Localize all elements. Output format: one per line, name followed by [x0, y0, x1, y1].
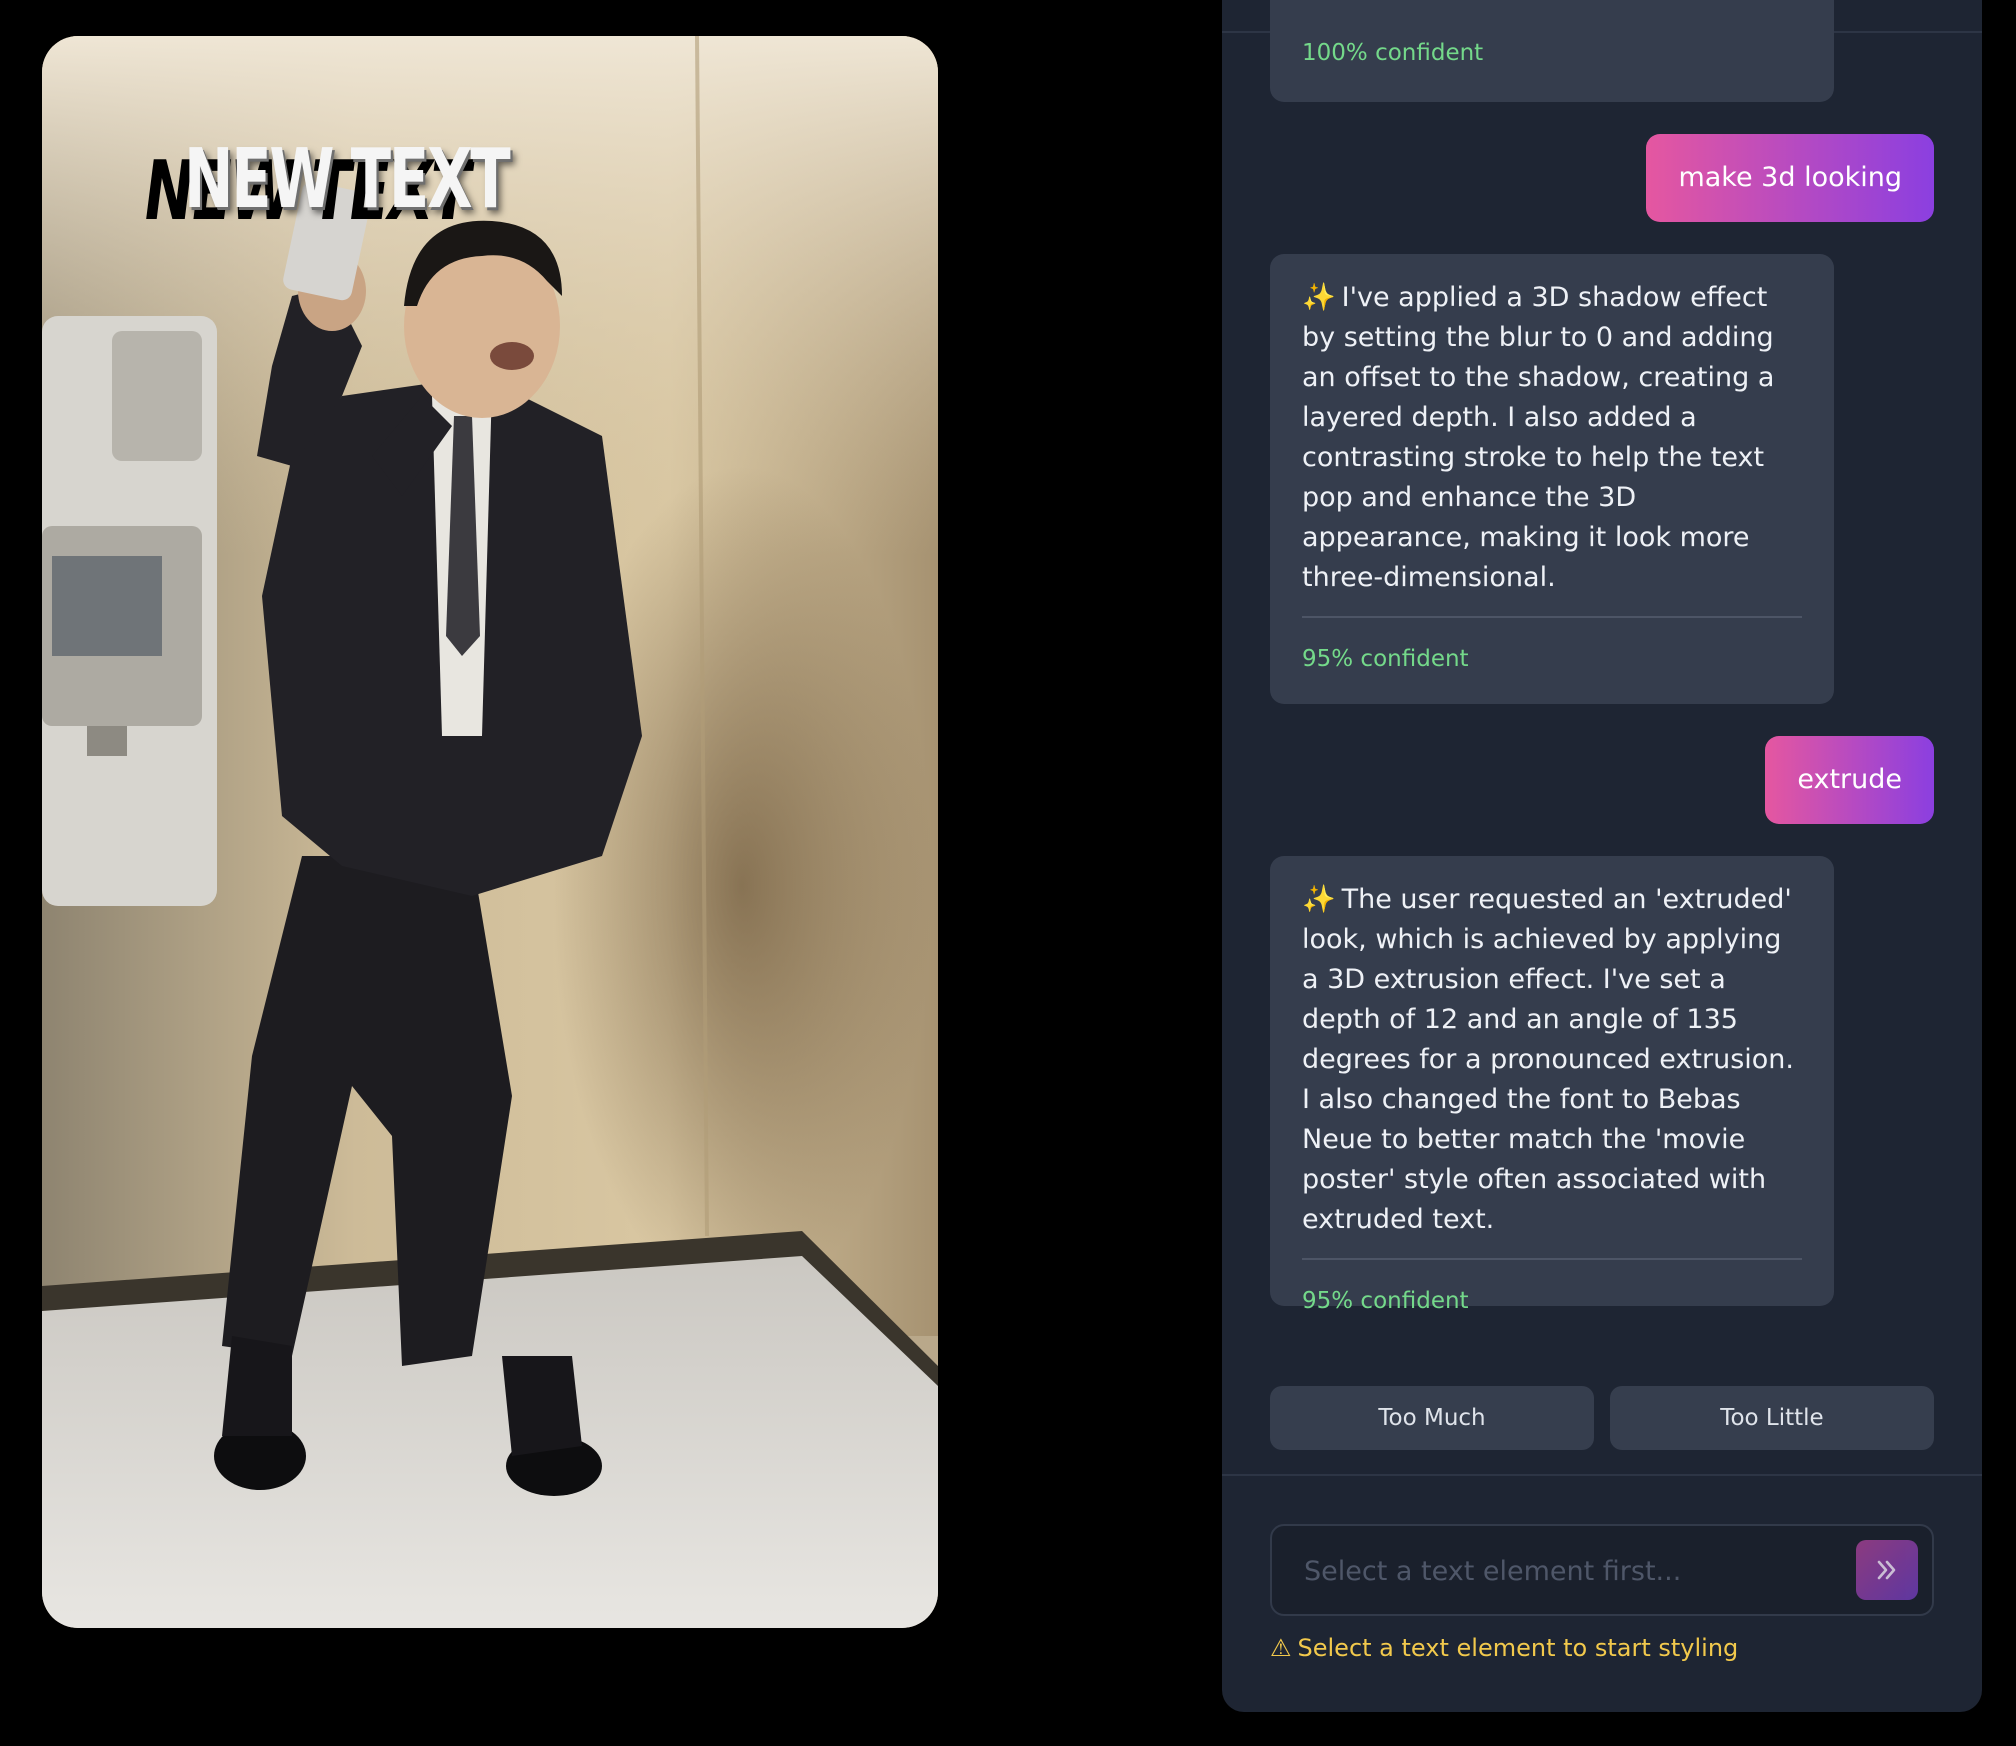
- send-button[interactable]: [1856, 1540, 1918, 1600]
- confidence-label: 95% confident: [1302, 1288, 1469, 1314]
- sparkle-icon: ✨: [1302, 282, 1336, 313]
- warning-text: Select a text element to start styling: [1297, 1634, 1739, 1662]
- warning-triangle-icon: ⚠: [1270, 1634, 1292, 1662]
- selection-warning: ⚠ Select a text element to start styling: [1270, 1630, 1738, 1666]
- user-message: extrude: [1765, 736, 1934, 824]
- video-preview[interactable]: NEW TEXT NEW TEXT: [42, 36, 938, 1628]
- user-message: make 3d looking: [1646, 134, 1934, 222]
- double-chevron-right-icon: [1877, 1560, 1896, 1580]
- confidence-label: 95% confident: [1302, 646, 1469, 672]
- message-divider: [1302, 1258, 1802, 1260]
- assistant-message: ✨ I've applied a 3D shadow effect by sett…: [1270, 254, 1834, 704]
- message-divider: [1302, 616, 1802, 618]
- assistant-message: ✨ The user requested an 'extruded' look, …: [1270, 856, 1834, 1314]
- input-area-divider: [1222, 1474, 1982, 1476]
- app-stage: NEW TEXT NEW TEXT 100% confident make 3d…: [0, 0, 2016, 1746]
- assistant-message-body: ✨ I've applied a 3D shadow effect by sett…: [1302, 278, 1802, 598]
- confidence-label: 100% confident: [1302, 40, 1484, 66]
- chat-input-container: [1270, 1524, 1934, 1616]
- assistant-message-text: The user requested an 'extruded' look, w…: [1302, 884, 1794, 1235]
- user-message-text: extrude: [1797, 764, 1902, 795]
- chat-input[interactable]: [1302, 1526, 1846, 1616]
- styling-chat-panel: 100% confident make 3d looking ✨ I've app…: [1222, 0, 1982, 1712]
- sparkle-icon: ✨: [1302, 884, 1336, 915]
- assistant-message-body: ✨ The user requested an 'extruded' look, …: [1302, 880, 1802, 1240]
- user-message-text: make 3d looking: [1678, 162, 1902, 193]
- overlay-text-main: NEW TEXT: [184, 132, 511, 227]
- video-frame-image: [42, 36, 938, 1628]
- too-little-button[interactable]: Too Little: [1610, 1386, 1934, 1450]
- assistant-message-text: I've applied a 3D shadow effect by setti…: [1302, 282, 1775, 593]
- too-much-button[interactable]: Too Much: [1270, 1386, 1594, 1450]
- assistant-message-previous: 100% confident: [1270, 0, 1834, 102]
